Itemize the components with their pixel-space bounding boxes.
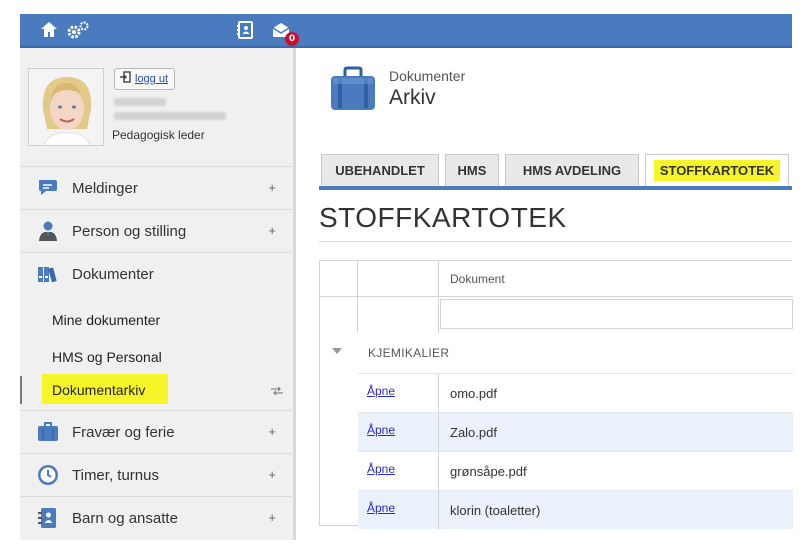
expand-icon: + bbox=[268, 467, 276, 482]
document-name: Zalo.pdf bbox=[450, 425, 497, 440]
menu-item-messages[interactable]: Meldinger + bbox=[20, 166, 296, 209]
home-icon[interactable] bbox=[38, 20, 60, 42]
open-link[interactable]: Åpne bbox=[367, 423, 395, 437]
briefcase-icon bbox=[331, 66, 375, 110]
column-divider bbox=[438, 261, 439, 297]
table-row: Åpne Zalo.pdf bbox=[358, 412, 793, 452]
open-link[interactable]: Åpne bbox=[367, 462, 395, 476]
settings-icon[interactable] bbox=[66, 20, 89, 42]
user-name-redacted bbox=[114, 98, 166, 106]
sidebar: logg ut Pedagogisk leder Meldinger + Per… bbox=[20, 48, 296, 540]
document-name: omo.pdf bbox=[450, 386, 497, 401]
logout-icon bbox=[120, 71, 131, 83]
menu-item-person[interactable]: Person og stilling + bbox=[20, 209, 296, 252]
menu-item-label: Timer, turnus bbox=[72, 467, 159, 484]
expand-icon: + bbox=[268, 424, 276, 439]
logout-button[interactable]: logg ut bbox=[114, 68, 176, 90]
tab-label: UBEHANDLET bbox=[335, 163, 425, 178]
submenu-item-my-documents[interactable]: Mine dokumenter bbox=[52, 312, 160, 328]
title-divider bbox=[319, 241, 792, 242]
user-role: Pedagogisk leder bbox=[112, 128, 205, 142]
column-divider bbox=[438, 491, 439, 530]
menu-item-label: Person og stilling bbox=[72, 223, 187, 240]
expand-icon: + bbox=[268, 223, 276, 238]
menu-item-label: Meldinger bbox=[72, 180, 138, 197]
avatar bbox=[28, 68, 104, 146]
tab-label: HMS AVDELING bbox=[522, 163, 622, 178]
envelope-icon[interactable]: 0 bbox=[270, 20, 299, 46]
header-title: Arkiv bbox=[389, 86, 436, 109]
menu-item-label: Barn og ansatte bbox=[72, 510, 178, 527]
unread-count-badge: 0 bbox=[285, 32, 299, 46]
tab-bar: UBEHANDLET HMS HMS AVDELING STOFFKARTOTE… bbox=[319, 150, 792, 190]
column-divider bbox=[438, 413, 439, 452]
menu-item-children-staff[interactable]: Barn og ansatte + bbox=[20, 496, 296, 539]
table-row: Åpne omo.pdf bbox=[358, 373, 793, 413]
suitcase-icon bbox=[38, 422, 58, 441]
expand-icon: + bbox=[268, 510, 276, 525]
tab-ubehandlet[interactable]: UBEHANDLET bbox=[321, 154, 439, 186]
menu-item-label: Fravær og ferie bbox=[72, 424, 175, 441]
column-divider bbox=[438, 297, 439, 333]
header-subtitle: Dokumenter bbox=[389, 68, 466, 84]
active-indicator bbox=[20, 376, 22, 404]
open-link[interactable]: Åpne bbox=[367, 501, 395, 515]
document-name: grønsåpe.pdf bbox=[450, 464, 527, 479]
person-icon bbox=[39, 221, 57, 241]
page-title: STOFFKARTOTEK bbox=[319, 202, 567, 233]
collapse-triangle-icon[interactable] bbox=[332, 348, 342, 354]
user-unit-redacted bbox=[114, 112, 226, 120]
expand-icon: + bbox=[268, 180, 276, 195]
transfer-arrows-icon bbox=[271, 386, 283, 396]
menu-item-absence[interactable]: Fravær og ferie + bbox=[20, 410, 296, 453]
column-divider bbox=[357, 297, 358, 333]
tab-stoffkartotek[interactable]: STOFFKARTOTEK bbox=[645, 154, 789, 186]
column-divider bbox=[357, 261, 358, 297]
tab-hms[interactable]: HMS bbox=[445, 154, 499, 186]
page-header: Dokumenter Arkiv bbox=[299, 48, 792, 136]
column-divider bbox=[438, 452, 439, 491]
column-divider bbox=[438, 374, 439, 413]
document-filter-input[interactable] bbox=[440, 299, 793, 329]
tab-hms-avdeling[interactable]: HMS AVDELING bbox=[505, 154, 639, 186]
document-name: klorin (toaletter) bbox=[450, 503, 541, 518]
clock-icon bbox=[38, 465, 58, 485]
menu-item-label: Dokumenter bbox=[72, 266, 154, 283]
menu-item-hours[interactable]: Timer, turnus + bbox=[20, 453, 296, 496]
menu-item-documents[interactable]: Dokumenter bbox=[20, 252, 296, 295]
group-label: KJEMIKALIER bbox=[368, 346, 450, 360]
grid-header: Dokument bbox=[320, 261, 793, 297]
main-content: Dokumenter Arkiv UBEHANDLET HMS HMS AVDE… bbox=[299, 48, 793, 540]
table-row: Åpne grønsåpe.pdf bbox=[358, 451, 793, 491]
tab-label: STOFFKARTOTEK bbox=[653, 160, 781, 181]
group-row-kjemikalier[interactable]: KJEMIKALIER bbox=[320, 335, 793, 373]
column-header-document[interactable]: Dokument bbox=[450, 272, 505, 286]
contact-card-icon bbox=[38, 508, 56, 528]
logout-label: logg ut bbox=[135, 73, 169, 85]
open-link[interactable]: Åpne bbox=[367, 384, 395, 398]
table-row: Åpne klorin (toaletter) bbox=[358, 490, 793, 530]
tab-label: HMS bbox=[457, 163, 487, 178]
chat-icon bbox=[39, 180, 57, 195]
address-book-icon[interactable] bbox=[234, 20, 256, 42]
top-navigation-bar: 0 bbox=[20, 14, 792, 48]
submenu-item-document-archive[interactable]: Dokumentarkiv bbox=[52, 382, 145, 398]
binders-icon bbox=[38, 267, 57, 283]
documents-grid: Dokument KJEMIKALIER Åpne omo.pdf Åpne Z… bbox=[319, 260, 793, 530]
submenu-item-hms-personal[interactable]: HMS og Personal bbox=[52, 349, 162, 365]
